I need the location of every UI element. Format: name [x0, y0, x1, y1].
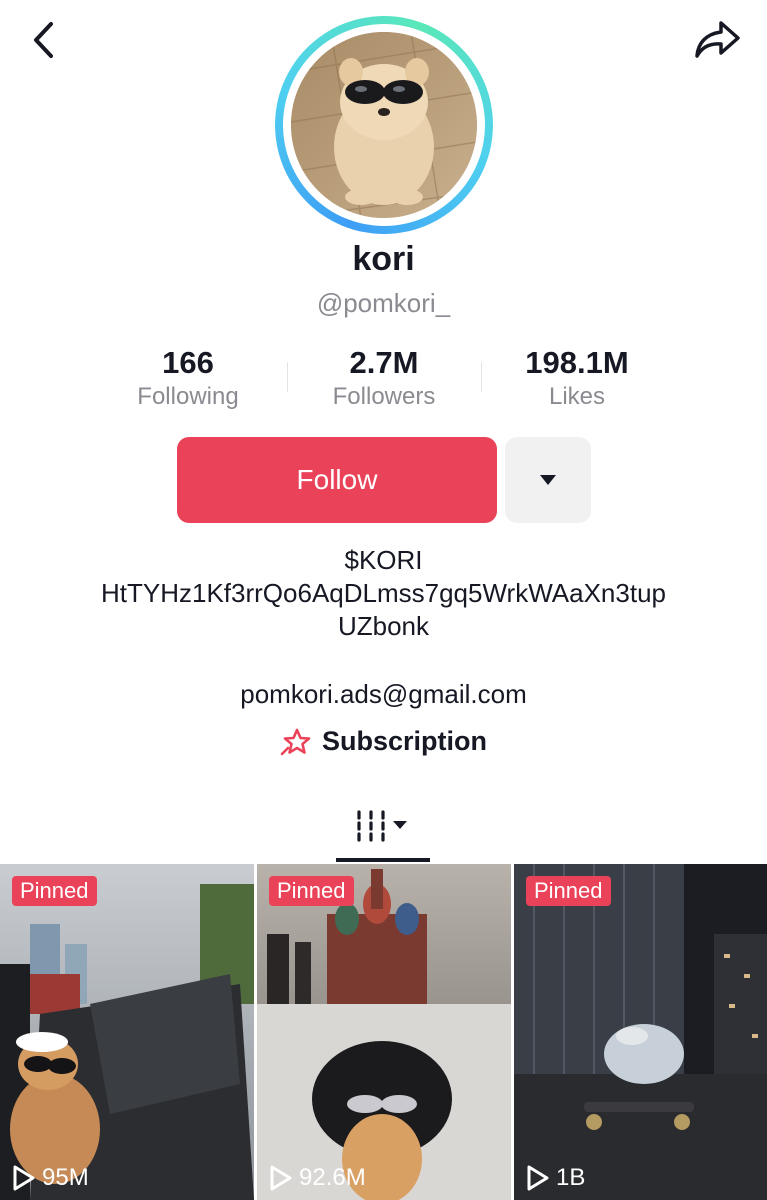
- likes-label: Likes: [548, 383, 606, 410]
- more-options-button[interactable]: [505, 437, 591, 523]
- pinned-badge: Pinned: [526, 876, 611, 906]
- video-thumbnail: [257, 864, 511, 1200]
- grid-videos-icon: [357, 810, 407, 842]
- play-icon: [270, 1165, 292, 1191]
- profile-stats: 166 Following 2.7M Followers 198.1M Like…: [0, 344, 767, 414]
- video-tile[interactable]: Pinned 1B: [514, 864, 767, 1200]
- username: @pomkori_: [316, 288, 451, 318]
- stat-following[interactable]: 166 Following: [98, 344, 278, 412]
- stat-followers[interactable]: 2.7M Followers: [294, 344, 474, 412]
- video-grid: Pinned 95M Pinned 92.6M Pinned 1B: [0, 864, 767, 1200]
- pinned-badge: Pinned: [12, 876, 97, 906]
- view-count: 1B: [526, 1164, 585, 1192]
- share-arrow-icon: [695, 21, 740, 58]
- caret-down-icon: [540, 475, 556, 485]
- view-count-value: 95M: [42, 1164, 89, 1191]
- stat-divider: [481, 362, 482, 392]
- bio-line: $KORI: [344, 545, 423, 575]
- display-name: kori: [352, 240, 415, 278]
- subscription-link[interactable]: Subscription: [0, 726, 767, 757]
- view-count-value: 1B: [556, 1164, 586, 1191]
- followers-label: Followers: [332, 383, 436, 410]
- view-count: 92.6M: [269, 1164, 366, 1192]
- avatar-image: [291, 32, 477, 218]
- chevron-left-icon: [34, 22, 53, 58]
- bio-line: HtTYHz1Kf3rrQo6AqDLmss7gq5WrkWAaXn3tup: [101, 578, 666, 608]
- bio-email[interactable]: pomkori.ads@gmail.com: [0, 679, 767, 710]
- video-thumbnail: [0, 864, 254, 1200]
- play-icon: [13, 1165, 35, 1191]
- view-count: 95M: [12, 1164, 89, 1192]
- avatar: [291, 32, 477, 218]
- play-icon: [527, 1165, 549, 1191]
- video-tile[interactable]: Pinned 92.6M: [257, 864, 511, 1200]
- following-label: Following: [137, 383, 239, 410]
- follow-button[interactable]: Follow: [177, 437, 497, 523]
- share-button[interactable]: [691, 16, 745, 64]
- video-thumbnail: [514, 864, 767, 1200]
- tab-videos[interactable]: [336, 790, 430, 862]
- profile-bio: $KORI HtTYHz1Kf3rrQo6AqDLmss7gq5WrkWAaXn…: [0, 544, 767, 643]
- bio-line: UZbonk: [337, 611, 430, 641]
- content-tabs: [0, 790, 767, 864]
- stat-divider: [287, 362, 288, 392]
- active-tab-indicator: [336, 858, 430, 862]
- likes-count: 198.1M: [525, 345, 629, 380]
- followers-count: 2.7M: [349, 345, 419, 380]
- view-count-value: 92.6M: [299, 1164, 366, 1191]
- avatar-ring[interactable]: [275, 16, 493, 234]
- subscription-label: Subscription: [321, 726, 487, 756]
- stat-likes[interactable]: 198.1M Likes: [487, 344, 667, 412]
- following-count: 166: [162, 345, 214, 380]
- back-button[interactable]: [22, 18, 66, 62]
- star-rocket-icon: [280, 728, 311, 755]
- video-tile[interactable]: Pinned 95M: [0, 864, 254, 1200]
- pinned-badge: Pinned: [269, 876, 354, 906]
